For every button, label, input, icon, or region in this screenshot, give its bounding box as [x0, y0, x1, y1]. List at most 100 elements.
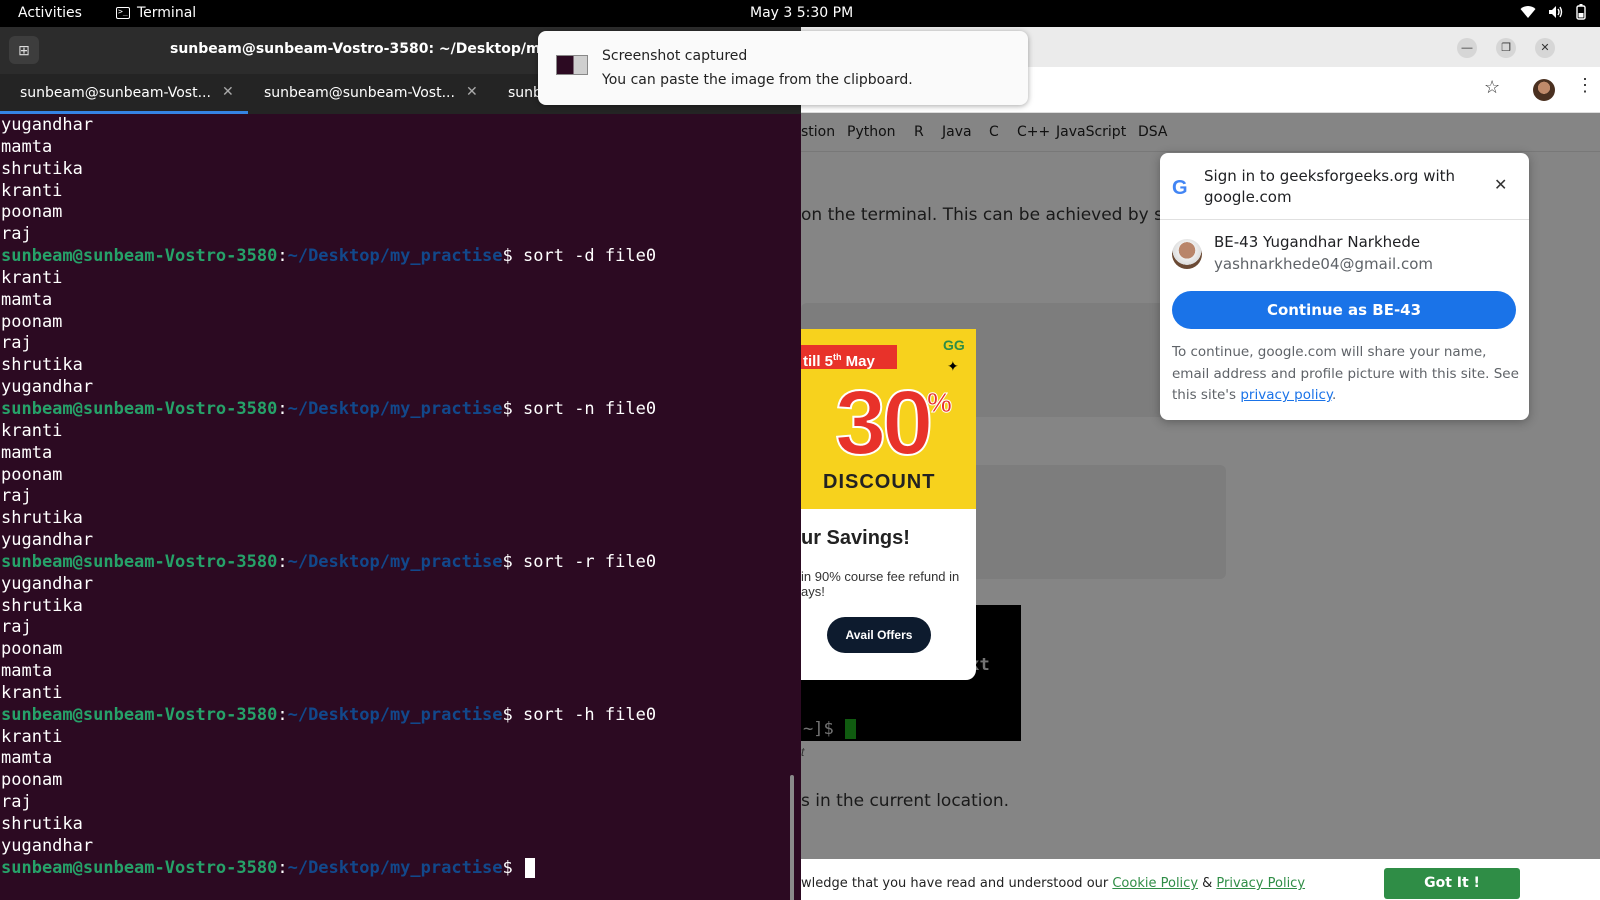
new-tab-icon: ⊞: [18, 42, 30, 58]
prompt-path: ~/Desktop/my_practise: [287, 246, 503, 267]
google-logo-icon: G: [1172, 177, 1188, 199]
consent-info: To continue, google.com will share your …: [1172, 344, 1519, 403]
terminal-output-line: raj: [1, 333, 32, 354]
terminal-output-line: shrutika: [1, 814, 83, 834]
app-name: Terminal: [137, 5, 197, 21]
terminal-scrollbar[interactable]: [790, 775, 794, 900]
terminal-output-line: shrutika: [1, 508, 83, 529]
avail-offers-button[interactable]: Avail Offers: [827, 617, 931, 653]
minimize-button[interactable]: —: [1457, 38, 1477, 58]
continue-button[interactable]: Continue as BE-43: [1172, 291, 1516, 329]
popup-title: Sign in to geeksforgeeks.org with google…: [1204, 167, 1456, 206]
tab-label: sunb: [508, 85, 542, 101]
close-icon[interactable]: ✕: [222, 84, 234, 100]
terminal-output-line: raj: [1, 224, 32, 245]
terminal-output-line: yugandhar: [1, 835, 94, 856]
terminal-output[interactable]: yugandhar mamta shrutika kranti poonam raj sun…: [0, 114, 795, 900]
terminal-window: ⊞ sunbeam@sunbeam-Vostro-3580: ~/Desktop…: [0, 27, 801, 900]
prompt-path: ~/Desktop/my_practise: [287, 704, 503, 725]
terminal-output-line: kranti: [1, 682, 63, 703]
promo-ad[interactable]: till 5th May GG ✦ 30 % DISCOUNT ur Savin…: [801, 329, 976, 680]
privacy-policy-link[interactable]: privacy policy: [1240, 387, 1332, 403]
prompt-user: sunbeam@sunbeam-Vostro-3580: [1, 551, 278, 572]
terminal-output-line: poonam: [1, 464, 63, 485]
system-tray[interactable]: [1520, 4, 1586, 20]
terminal-cursor: [525, 857, 536, 878]
terminal-output-line: poonam: [1, 639, 63, 660]
terminal-output-line: raj: [1, 792, 32, 813]
prompt-user: sunbeam@sunbeam-Vostro-3580: [1, 246, 278, 267]
terminal-output-line: mamta: [1, 289, 53, 310]
terminal-output-line: kranti: [1, 726, 63, 747]
account-name: BE-43 Yugandhar Narkhede: [1214, 233, 1421, 251]
terminal-command-line: sunbeam@sunbeam-Vostro-3580:~/Desktop/my…: [0, 552, 795, 574]
got-it-button[interactable]: Got It !: [1384, 868, 1520, 899]
terminal-output-line: shrutika: [1, 158, 83, 179]
gfg-logo-icon: GG: [943, 337, 965, 353]
prompt-separator: :: [277, 857, 288, 878]
close-icon[interactable]: ✕: [466, 84, 478, 100]
minimize-icon: —: [1461, 42, 1473, 54]
promo-headline: ur Savings!: [801, 527, 910, 549]
close-window-button[interactable]: ✕: [1535, 38, 1555, 58]
terminal-command-line: sunbeam@sunbeam-Vostro-3580:~/Desktop/my…: [0, 399, 795, 421]
terminal-output-line: shrutika: [1, 595, 83, 616]
screenshot-notification[interactable]: Screenshot captured You can paste the im…: [538, 31, 1028, 105]
terminal-output-line: mamta: [1, 136, 53, 157]
prompt-user: sunbeam@sunbeam-Vostro-3580: [1, 398, 278, 419]
profile-avatar[interactable]: [1533, 79, 1555, 101]
volume-icon: [1549, 6, 1563, 18]
activities-button[interactable]: Activities: [18, 5, 82, 21]
more-menu-icon[interactable]: ⋮: [1576, 75, 1594, 96]
prompt-user: sunbeam@sunbeam-Vostro-3580: [1, 704, 278, 725]
terminal-output-line: poonam: [1, 770, 63, 791]
terminal-command-line: sunbeam@sunbeam-Vostro-3580:~/Desktop/my…: [0, 246, 795, 268]
command-text: sort -d file0: [512, 246, 657, 267]
prompt-dollar: $: [502, 704, 513, 725]
promo-banner: till 5th May GG ✦ 30 % DISCOUNT: [801, 329, 976, 509]
divider: [1160, 219, 1529, 220]
privacy-policy-link[interactable]: Privacy Policy: [1216, 876, 1305, 891]
command-text: [513, 858, 523, 878]
close-icon[interactable]: ✕: [1494, 175, 1507, 194]
bookmark-star-icon[interactable]: ☆: [1484, 77, 1500, 98]
promo-ribbon: till 5th May: [801, 345, 897, 370]
terminal-output-line: yugandhar: [1, 530, 94, 551]
new-tab-button[interactable]: ⊞: [9, 36, 39, 64]
promo-percent-sign: %: [927, 387, 953, 419]
prompt-dollar: $: [502, 246, 513, 267]
terminal-tab-1[interactable]: sunbeam@sunbeam-Vost... ✕: [0, 74, 248, 114]
command-text: sort -r file0: [512, 551, 657, 572]
tab-label: sunbeam@sunbeam-Vost...: [20, 85, 211, 101]
terminal-output-line: poonam: [1, 202, 63, 223]
prompt-path: ~/Desktop/my_practise: [287, 398, 503, 419]
promo-discount-label: DISCOUNT: [823, 471, 936, 493]
account-email: yashnarkhede04@gmail.com: [1214, 255, 1433, 273]
terminal-icon: >_: [116, 7, 130, 19]
terminal-output-line: kranti: [1, 420, 63, 441]
maximize-button[interactable]: ❐: [1496, 38, 1516, 58]
prompt-separator: :: [277, 704, 288, 725]
terminal-output-line: mamta: [1, 748, 53, 769]
terminal-output-line: yugandhar: [1, 377, 94, 398]
promo-percentage: 30: [834, 372, 934, 474]
prompt-dollar: $: [502, 857, 513, 878]
prompt-user: sunbeam@sunbeam-Vostro-3580: [1, 857, 278, 878]
terminal-output-line: shrutika: [1, 355, 83, 376]
clock[interactable]: May 3 5:30 PM: [750, 5, 853, 21]
top-bar: Activities >_ Terminal May 3 5:30 PM: [0, 0, 1600, 27]
terminal-output-line: mamta: [1, 442, 53, 463]
cookie-banner: wledge that you have read and understood…: [801, 859, 1600, 900]
terminal-command-line: sunbeam@sunbeam-Vostro-3580:~/Desktop/my…: [0, 705, 795, 727]
cookie-policy-link[interactable]: Cookie Policy: [1112, 876, 1198, 891]
terminal-tab-2[interactable]: sunbeam@sunbeam-Vost... ✕: [244, 74, 492, 114]
app-menu[interactable]: >_ Terminal: [116, 5, 196, 21]
maximize-icon: ❐: [1501, 42, 1511, 54]
prompt-dollar: $: [502, 398, 513, 419]
cookie-text: wledge that you have read and understood…: [801, 876, 1306, 891]
notification-title: Screenshot captured: [602, 48, 748, 64]
terminal-output-line: mamta: [1, 661, 53, 682]
command-text: sort -h file0: [512, 704, 657, 725]
battery-icon: [1576, 4, 1586, 20]
wifi-icon: [1520, 6, 1536, 19]
